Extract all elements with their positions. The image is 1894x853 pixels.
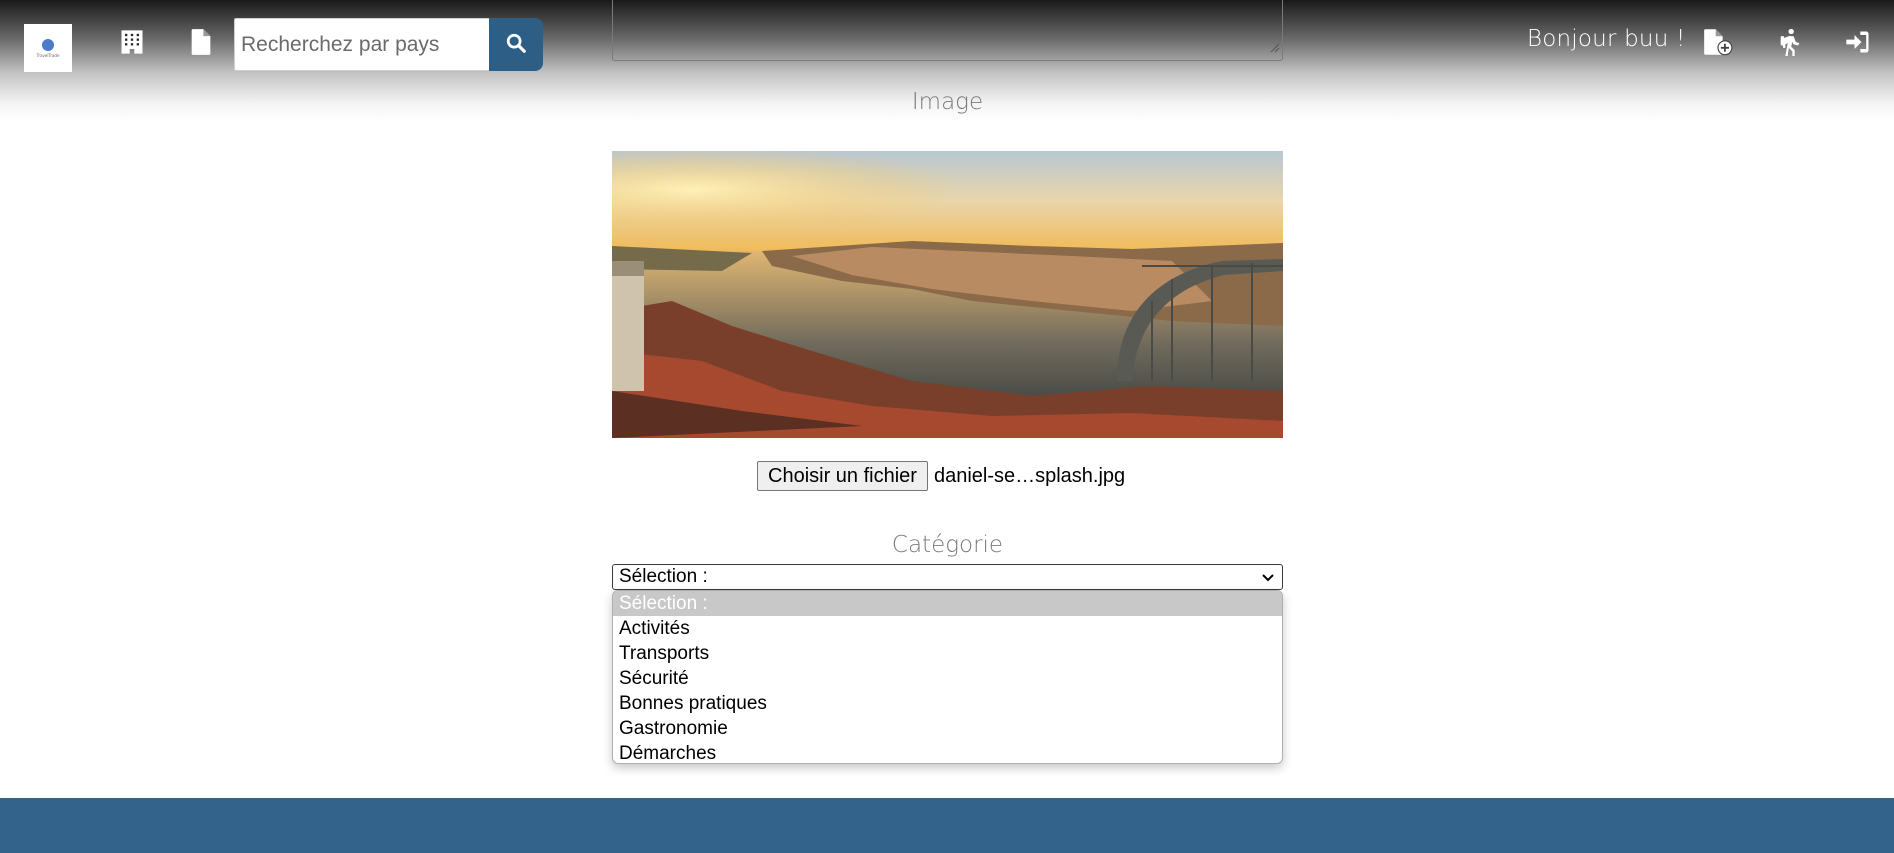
category-option[interactable]: Gastronomie (613, 716, 1282, 741)
file-add-icon[interactable] (1703, 28, 1733, 56)
logo-text: TravelTrade (36, 52, 60, 58)
category-option[interactable]: Activités (613, 616, 1282, 641)
search-input[interactable] (234, 18, 489, 71)
logo[interactable]: TravelTrade (24, 24, 72, 72)
resize-grip-icon[interactable] (1268, 40, 1280, 58)
image-label: Image (911, 89, 984, 115)
search-icon (505, 32, 527, 57)
logo-mark (42, 38, 54, 51)
greeting-text: Bonjour buu ! (1527, 26, 1686, 52)
choose-file-button[interactable]: Choisir un fichier (757, 461, 928, 491)
category-option[interactable]: Sécurité (613, 666, 1282, 691)
category-option[interactable]: Transports (613, 641, 1282, 666)
category-select-value: Sélection : (619, 566, 708, 587)
file-name: daniel-se…splash.jpg (933, 464, 1126, 487)
hiking-icon[interactable] (1778, 28, 1802, 56)
building-icon[interactable] (118, 28, 146, 56)
category-option[interactable]: Sélection : (613, 591, 1282, 616)
file-picker: Choisir un fichier daniel-se…splash.jpg (757, 461, 1125, 491)
file-icon[interactable] (190, 28, 212, 56)
category-option[interactable]: Démarches (613, 741, 1282, 763)
chevron-down-icon (1262, 566, 1274, 588)
description-textarea[interactable] (612, 0, 1283, 61)
category-dropdown-list: Sélection : Activités Transports Sécurit… (612, 590, 1283, 764)
category-select[interactable]: Sélection : (612, 564, 1283, 590)
category-option[interactable]: Bonnes pratiques (613, 691, 1282, 716)
image-preview (612, 151, 1283, 438)
sign-in-icon[interactable] (1844, 28, 1872, 56)
footer (0, 798, 1894, 853)
search-button[interactable] (489, 18, 543, 71)
category-label: Catégorie (891, 532, 1004, 558)
